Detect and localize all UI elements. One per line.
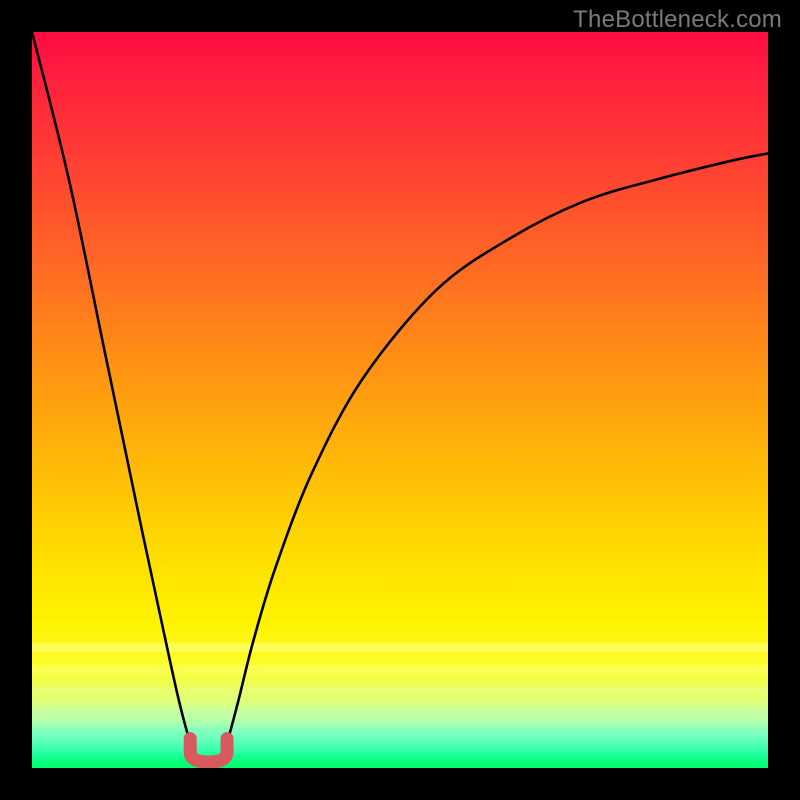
plot-area — [32, 32, 768, 768]
marker-u — [190, 739, 227, 762]
curve-svg — [32, 32, 768, 768]
bottleneck-curve — [32, 32, 768, 768]
attribution-text: TheBottleneck.com — [573, 6, 782, 34]
